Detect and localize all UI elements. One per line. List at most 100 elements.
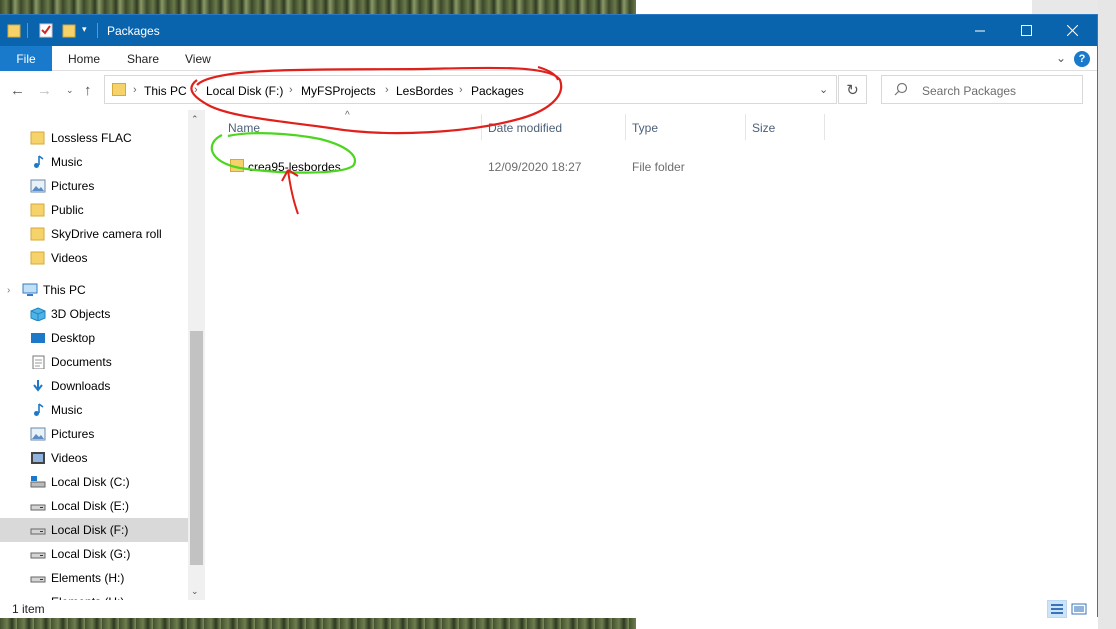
scroll-down-icon[interactable]: ⌄: [191, 586, 199, 597]
sidebar-item-public[interactable]: Public: [0, 198, 188, 222]
desktop-area-right: [1098, 0, 1116, 629]
column-separator[interactable]: [481, 114, 482, 140]
desktop-wallpaper-bottom: [0, 617, 636, 629]
navigation-bar: ← → ⌄ ↑ › This PC › Local Disk (F:) › My…: [0, 72, 1097, 110]
maximize-button[interactable]: [1003, 15, 1049, 46]
sidebar-item-documents[interactable]: Documents: [0, 350, 188, 374]
sidebar-item-label: Public: [51, 203, 84, 217]
qat-customize-icon[interactable]: ▾: [82, 24, 87, 35]
breadcrumb-lesbordes[interactable]: LesBordes: [396, 84, 453, 98]
sidebar-item-downloads[interactable]: Downloads: [0, 374, 188, 398]
item-count: 1 item: [12, 602, 45, 616]
tab-share[interactable]: Share: [127, 52, 159, 66]
sidebar-item-local-disk-e[interactable]: Local Disk (E:): [0, 494, 188, 518]
column-separator[interactable]: [625, 114, 626, 140]
refresh-icon: ↻: [846, 81, 859, 99]
column-separator[interactable]: [745, 114, 746, 140]
column-header-size[interactable]: Size: [752, 121, 775, 135]
sidebar-item-local-disk-f[interactable]: Local Disk (F:): [0, 518, 188, 542]
column-separator[interactable]: [824, 114, 825, 140]
expand-ribbon-icon[interactable]: ⌄: [1056, 51, 1066, 65]
back-button[interactable]: ←: [10, 82, 25, 99]
properties-icon[interactable]: [39, 22, 53, 38]
computer-icon: [22, 283, 38, 296]
file-list: ^ Name Date modified Type Size crea95-le…: [206, 110, 1097, 600]
address-bar[interactable]: › This PC › Local Disk (F:) › MyFSProjec…: [104, 75, 837, 104]
search-input[interactable]: Search Packages: [881, 75, 1083, 104]
sidebar-item-label: Elements (H:): [51, 571, 125, 585]
address-history-dropdown-icon[interactable]: ⌄: [819, 83, 828, 96]
drive-icon: [30, 552, 46, 559]
sidebar-item-elements-h[interactable]: Elements (H:): [0, 590, 188, 600]
tab-home[interactable]: Home: [68, 52, 100, 66]
sidebar-item-label: Pictures: [51, 179, 95, 193]
sidebar-item-music[interactable]: Music: [0, 150, 188, 174]
new-folder-icon[interactable]: [62, 22, 76, 38]
sidebar-item-label: Music: [51, 155, 83, 169]
close-button[interactable]: [1049, 15, 1095, 46]
sidebar-item-label: Local Disk (G:): [51, 547, 131, 561]
folder-icon[interactable]: [7, 22, 21, 38]
sidebar-item-skydrive-camera-roll[interactable]: SkyDrive camera roll: [0, 222, 188, 246]
folder-icon: [30, 203, 45, 217]
sidebar-item-label: Lossless FLAC: [51, 131, 132, 145]
recent-locations-button[interactable]: ⌄: [66, 85, 74, 96]
large-icons-view-icon: [1071, 603, 1087, 615]
breadcrumb-chevron-icon[interactable]: ›: [289, 84, 293, 96]
breadcrumb-chevron-icon[interactable]: ›: [459, 84, 463, 96]
sort-ascending-icon: ^: [345, 110, 350, 121]
large-icons-view-button[interactable]: [1069, 600, 1089, 618]
refresh-button[interactable]: ↻: [838, 75, 867, 104]
sidebar-item-label: Pictures: [51, 427, 95, 441]
sidebar-item-label: Music: [51, 403, 83, 417]
tab-file[interactable]: File: [0, 46, 52, 71]
nav-scrollbar[interactable]: ⌃ ⌄: [188, 110, 205, 600]
up-button[interactable]: ↑: [84, 82, 92, 99]
music-icon: [34, 403, 44, 416]
sidebar-item-music[interactable]: Music: [0, 398, 188, 422]
title-bar: ▾ Packages: [0, 15, 1097, 46]
sidebar-item-elements-h[interactable]: Elements (H:): [0, 566, 188, 590]
sidebar-item-lossless-flac[interactable]: Lossless FLAC: [0, 126, 188, 150]
expand-chevron-icon[interactable]: ›: [7, 285, 10, 296]
file-type: File folder: [632, 160, 685, 174]
breadcrumb-local-disk-f[interactable]: Local Disk (F:): [206, 84, 283, 98]
file-name[interactable]: crea95-lesbordes: [248, 160, 341, 174]
sidebar-item-videos[interactable]: Videos: [0, 446, 188, 470]
breadcrumb-chevron-icon[interactable]: ›: [385, 84, 389, 96]
nav-scroll-thumb[interactable]: [190, 331, 203, 565]
breadcrumb-myfsprojects[interactable]: MyFSProjects: [301, 84, 376, 98]
qat-divider: [97, 23, 98, 38]
sidebar-item-this-pc[interactable]: This PC ›: [0, 278, 188, 302]
details-view-icon: [1051, 604, 1063, 614]
sidebar-item-pictures[interactable]: Pictures: [0, 174, 188, 198]
column-header-name[interactable]: Name: [228, 121, 260, 135]
tab-view[interactable]: View: [185, 52, 211, 66]
sidebar-item-videos[interactable]: Videos: [0, 246, 188, 270]
drive-icon: [30, 576, 46, 583]
sidebar-item-desktop[interactable]: Desktop: [0, 326, 188, 350]
sidebar-item-3d-objects[interactable]: 3D Objects: [0, 302, 188, 326]
details-view-button[interactable]: [1047, 600, 1067, 618]
forward-button[interactable]: →: [37, 82, 52, 99]
folder-icon: [30, 227, 45, 241]
pictures-icon: [30, 427, 46, 441]
breadcrumb-packages[interactable]: Packages: [471, 84, 524, 98]
breadcrumb-chevron-icon[interactable]: ›: [133, 84, 137, 96]
sidebar-item-local-disk-c[interactable]: Local Disk (C:): [0, 470, 188, 494]
minimize-button[interactable]: [957, 15, 1003, 46]
search-icon: [894, 82, 908, 96]
help-icon[interactable]: ?: [1074, 51, 1090, 67]
table-row[interactable]: crea95-lesbordes 12/09/2020 18:27 File f…: [220, 155, 820, 177]
sidebar-item-label: SkyDrive camera roll: [51, 227, 162, 241]
sidebar-item-pictures[interactable]: Pictures: [0, 422, 188, 446]
breadcrumb-this-pc[interactable]: This PC: [144, 84, 187, 98]
column-header-type[interactable]: Type: [632, 121, 658, 135]
folder-icon: [30, 251, 45, 265]
scroll-up-icon[interactable]: ⌃: [191, 114, 199, 125]
desktop-icon: [31, 333, 45, 343]
sidebar-item-local-disk-g[interactable]: Local Disk (G:): [0, 542, 188, 566]
column-header-date[interactable]: Date modified: [488, 121, 562, 135]
breadcrumb-chevron-icon[interactable]: ›: [194, 84, 198, 96]
explorer-window: ▾ Packages File Home Share View ⌄ ? ← → …: [0, 14, 1098, 618]
